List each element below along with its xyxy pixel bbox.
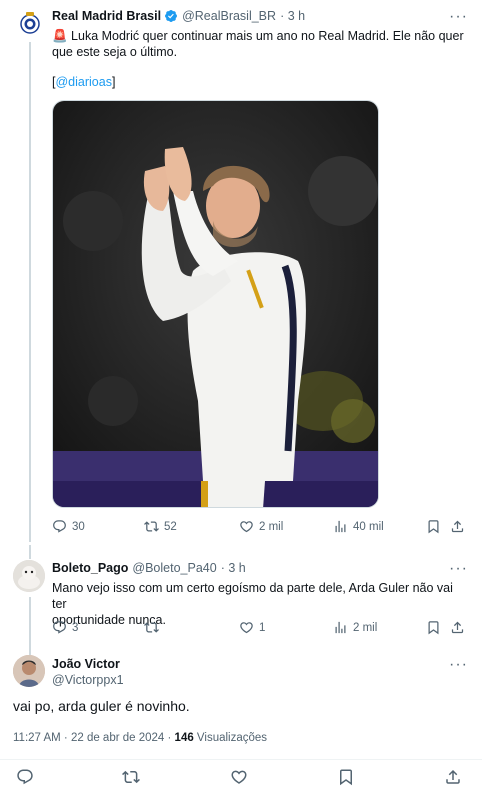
- tweet-source: [@diarioas]: [52, 74, 466, 90]
- views-icon: [335, 621, 346, 634]
- thread-line: [29, 545, 31, 559]
- tweet-text-line: Mano vejo isso com um certo egoísmo da p…: [52, 581, 453, 611]
- thread-line: [29, 42, 31, 542]
- reply-icon: [53, 520, 66, 533]
- reply-count: 3: [72, 621, 79, 634]
- like-icon: [240, 521, 253, 533]
- tweet-header: João Victor: [52, 657, 120, 671]
- tweet-meta-line: 11:27 AM · 22 de abr de 2024 · 146 Visua…: [13, 732, 267, 744]
- repost-button[interactable]: 52: [144, 519, 177, 534]
- views-button[interactable]: 2 mil: [333, 620, 377, 635]
- bookmark-icon: [428, 520, 439, 534]
- author-handle[interactable]: @Victorppx1: [52, 673, 124, 687]
- reply-button[interactable]: 30: [52, 519, 85, 534]
- tweet-text: 🚨 Luka Modrić quer continuar mais um ano…: [52, 28, 466, 90]
- views-icon: [335, 520, 346, 533]
- share-button[interactable]: [444, 768, 464, 788]
- tweet-text-line: 🚨 Luka Modrić quer continuar mais um ano…: [52, 29, 464, 43]
- bookmark-icon: [428, 621, 439, 635]
- focused-tweet-actions: [0, 760, 482, 796]
- author-name[interactable]: Real Madrid Brasil: [52, 9, 161, 23]
- share-icon: [446, 769, 460, 784]
- tweet-reply[interactable]: Boleto_Pago @Boleto_Pa40 · 3 h ··· Mano …: [0, 545, 482, 650]
- views-button[interactable]: 40 mil: [333, 519, 384, 534]
- share-button[interactable]: [450, 519, 470, 534]
- author-handle[interactable]: @RealBrasil_BR: [182, 9, 276, 23]
- like-icon: [240, 622, 253, 634]
- reply-count: 30: [72, 520, 85, 533]
- tweet-header: Real Madrid Brasil @RealBrasil_BR · 3 h: [52, 9, 305, 23]
- tweet-actions: 3 1 2 mil: [52, 620, 468, 640]
- tweet-time[interactable]: · 3 h: [280, 9, 305, 23]
- reply-icon: [17, 769, 33, 785]
- like-icon: [231, 770, 247, 784]
- like-count: 1: [259, 621, 266, 634]
- share-icon: [451, 520, 464, 533]
- modric-photo: [53, 101, 378, 507]
- views-count: 40 mil: [353, 520, 384, 533]
- author-name[interactable]: Boleto_Pago: [52, 561, 128, 575]
- thread-line: [29, 597, 31, 650]
- tweet-views-label: Visualizações: [193, 732, 268, 744]
- repost-button[interactable]: [144, 620, 164, 635]
- tweet-time[interactable]: · 3 h: [221, 561, 246, 575]
- avatar[interactable]: [17, 10, 43, 36]
- tweet-views-count: 146: [174, 732, 194, 744]
- repost-icon: [144, 622, 159, 633]
- bracket-close: ]: [111, 75, 116, 89]
- tweet-text: vai po, arda guler é novinho.: [13, 698, 190, 714]
- source-link[interactable]: @diarioas: [55, 75, 111, 89]
- verified-icon: [165, 10, 178, 22]
- share-icon: [451, 621, 464, 634]
- share-button[interactable]: [450, 620, 470, 635]
- bookmark-button[interactable]: [337, 768, 357, 788]
- reply-icon: [53, 621, 66, 634]
- repost-icon: [144, 521, 159, 532]
- tweet-text-line: que este seja o último.: [52, 45, 178, 59]
- bookmark-icon: [340, 769, 352, 786]
- avatar[interactable]: [13, 560, 45, 592]
- like-count: 2 mil: [259, 520, 284, 533]
- repost-count: 52: [164, 520, 177, 533]
- tweet-timestamp[interactable]: 11:27 AM · 22 de abr de 2024 ·: [13, 732, 175, 744]
- more-icon[interactable]: ···: [449, 561, 468, 577]
- author-name[interactable]: João Victor: [52, 657, 120, 671]
- tweet-focused: João Victor @Victorppx1 ··· vai po, arda…: [0, 650, 482, 760]
- tweet-main[interactable]: Real Madrid Brasil @RealBrasil_BR · 3 h …: [0, 0, 482, 545]
- repost-icon: [122, 770, 140, 784]
- bookmark-button[interactable]: [426, 620, 446, 635]
- more-icon[interactable]: ···: [449, 657, 468, 673]
- like-button[interactable]: 1: [239, 620, 265, 635]
- views-count: 2 mil: [353, 621, 378, 634]
- tweet-header: Boleto_Pago @Boleto_Pa40 · 3 h: [52, 561, 246, 575]
- reply-button[interactable]: [16, 768, 36, 788]
- like-button[interactable]: [230, 768, 250, 788]
- like-button[interactable]: 2 mil: [239, 519, 283, 534]
- bookmark-button[interactable]: [426, 519, 446, 534]
- repost-button[interactable]: [122, 768, 142, 788]
- avatar[interactable]: [13, 655, 45, 687]
- more-icon[interactable]: ···: [449, 9, 468, 25]
- author-handle[interactable]: @Boleto_Pa40: [132, 561, 216, 575]
- tweet-actions: 30 52 2 mil 40 mil: [52, 519, 468, 539]
- tweet-handle-row: @Victorppx1: [52, 673, 124, 687]
- tweet-photo[interactable]: [52, 100, 379, 508]
- reply-button[interactable]: 3: [52, 620, 78, 635]
